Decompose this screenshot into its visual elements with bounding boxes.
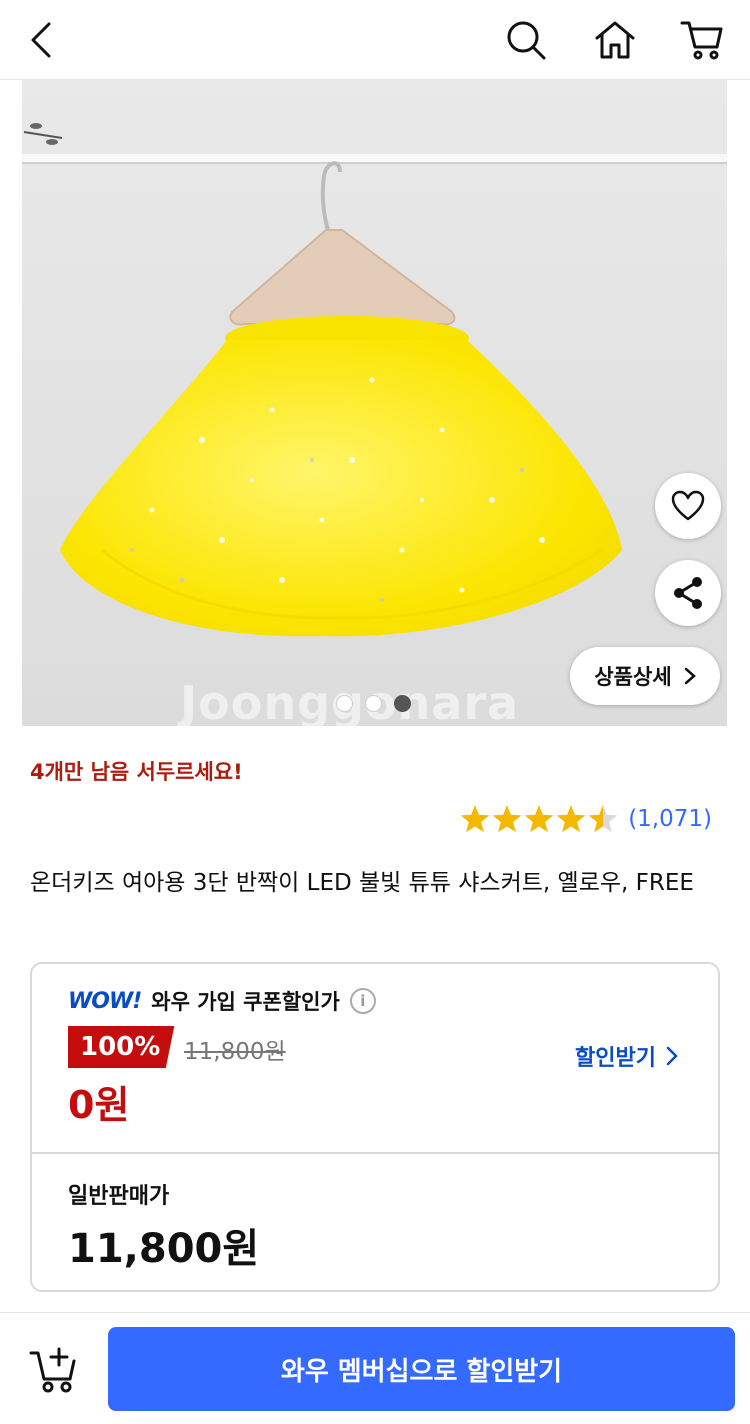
coupon-price: 0원	[68, 1083, 130, 1127]
wow-membership-discount-button[interactable]: 와우 멤버십으로 할인받기	[108, 1327, 735, 1411]
price-card: WOW! 와우 가입 쿠폰할인가 i 100% 11,800원 0원 할인받기 …	[30, 962, 720, 1292]
gallery-dot[interactable]	[336, 695, 353, 712]
product-photo	[22, 80, 727, 726]
gallery-dot[interactable]	[365, 695, 382, 712]
rating-star	[524, 805, 554, 833]
get-discount-link[interactable]: 할인받기	[575, 1040, 678, 1072]
home-icon[interactable]	[589, 14, 641, 66]
normal-price: 11,800원	[68, 1226, 260, 1272]
stock-notice: 4개만 남음 서두르세요!	[30, 760, 243, 784]
add-to-cart-button[interactable]	[28, 1343, 80, 1395]
original-price: 11,800원	[184, 1039, 286, 1065]
search-icon[interactable]	[500, 14, 552, 66]
back-arrow-icon[interactable]	[16, 14, 68, 66]
wow-logo: WOW!	[68, 988, 142, 1014]
cart-add-icon	[29, 1347, 76, 1393]
rating-star	[460, 805, 490, 833]
gallery-pagination	[336, 695, 411, 712]
share-button[interactable]	[655, 560, 721, 626]
normal-price-label: 일반판매가	[68, 1184, 170, 1209]
wow-coupon-label: 와우 가입 쿠폰할인가	[151, 990, 340, 1014]
product-detail-label: 상품상세	[594, 665, 672, 689]
wow-coupon-row: WOW! 와우 가입 쿠폰할인가 i	[68, 986, 376, 1016]
bottom-action-bar: 와우 멤버십으로 할인받기	[0, 1312, 750, 1424]
wishlist-button[interactable]	[655, 473, 721, 539]
chevron-right-icon	[666, 1046, 678, 1066]
rating-star	[492, 805, 522, 833]
info-icon[interactable]: i	[349, 988, 376, 1014]
rating-row[interactable]: (1,071)	[460, 804, 712, 834]
rating-star	[556, 805, 586, 833]
top-navigation-bar	[0, 0, 750, 80]
discount-badge: 100%	[68, 1026, 175, 1068]
star-rating-icon	[460, 805, 618, 833]
product-detail-button[interactable]: 상품상세	[570, 647, 720, 705]
review-count[interactable]: (1,071)	[628, 806, 712, 832]
card-divider	[32, 1152, 718, 1154]
cart-icon[interactable]	[676, 14, 728, 66]
share-icon	[674, 577, 702, 609]
chevron-right-icon	[684, 667, 696, 685]
heart-icon	[671, 490, 705, 521]
product-image-gallery[interactable]: 상품상세	[22, 80, 727, 726]
rating-star	[588, 805, 618, 833]
gallery-dot-active[interactable]	[394, 695, 411, 712]
get-discount-label: 할인받기	[575, 1046, 656, 1071]
product-title: 온더키즈 여아용 3단 반짝이 LED 불빛 튜튜 샤스커트, 옐로우, FRE…	[30, 870, 694, 896]
